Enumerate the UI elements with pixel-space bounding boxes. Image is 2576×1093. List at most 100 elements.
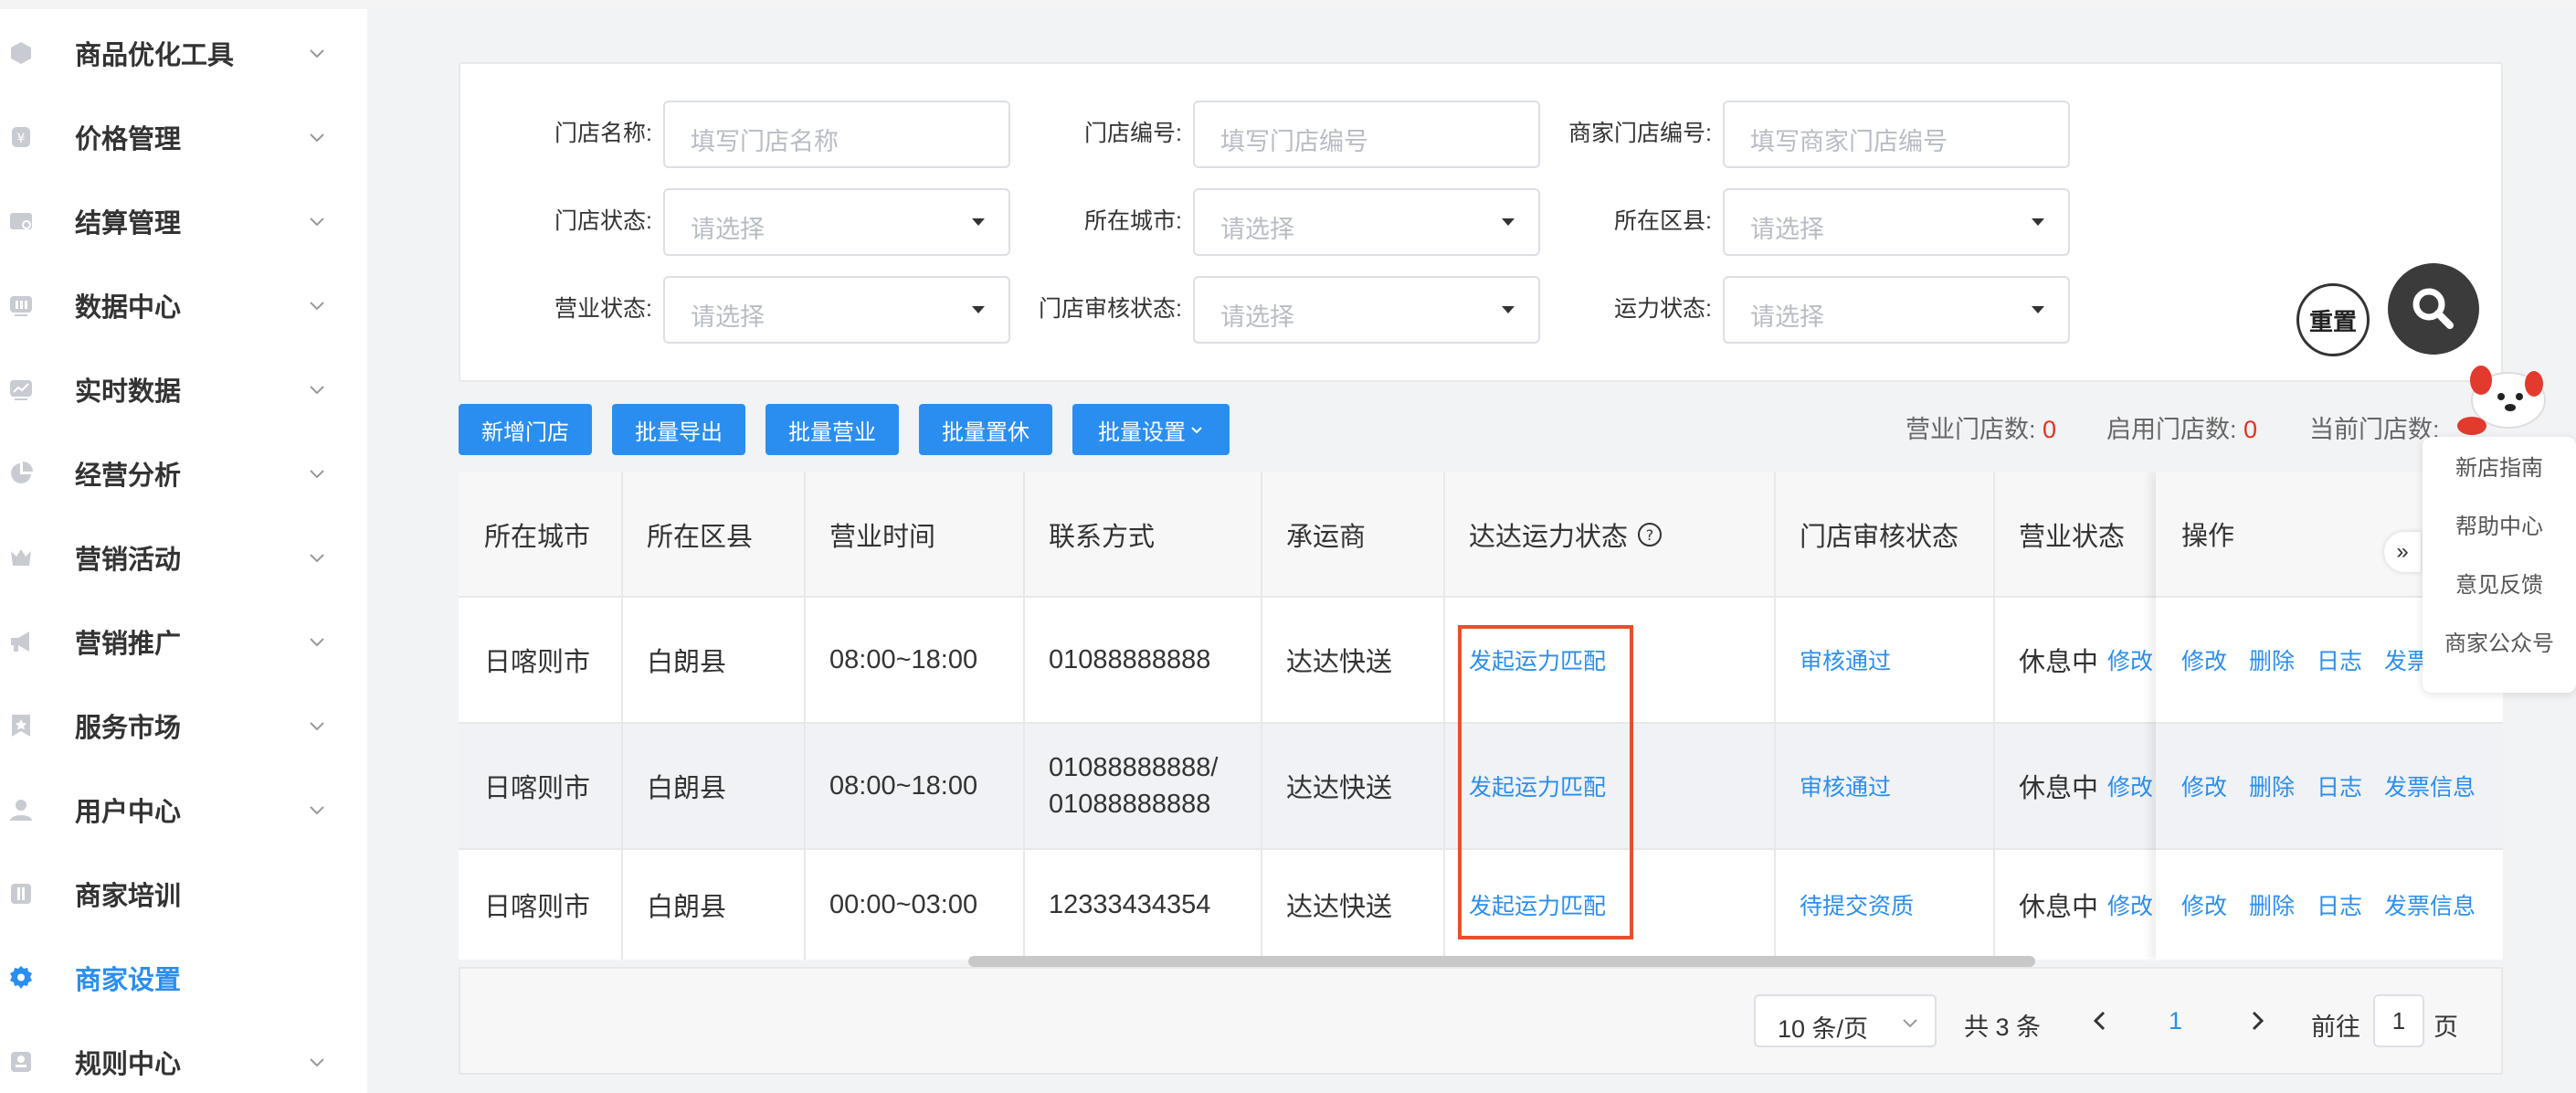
column-divider	[1261, 472, 1262, 960]
cell-contact: 01088888888/01088888888	[1023, 724, 1218, 848]
store-status-label: 门店状态:	[554, 208, 652, 234]
cell-carrier: 达达快送	[1286, 774, 1393, 803]
new-store-guide-link[interactable]: 新店指南	[2423, 450, 2576, 482]
page-suffix: 页	[2433, 1013, 2458, 1041]
column-divider	[621, 472, 623, 960]
sidebar-item-training[interactable]: 商家培训	[0, 852, 367, 936]
status-text: 休息中	[2019, 648, 2099, 677]
log-link[interactable]: 日志	[2317, 643, 2362, 676]
cell-carrier: 达达快送	[1286, 648, 1393, 677]
reset-button[interactable]: 重置	[2296, 283, 2370, 356]
sidebar-item-data-center[interactable]: 数据中心	[0, 263, 367, 347]
caret-down-icon	[2032, 218, 2044, 226]
sidebar-item-marketing-activity[interactable]: 营销活动	[0, 515, 367, 600]
status-edit-link[interactable]: 修改	[2107, 643, 2153, 676]
cell-district: 白朗县	[647, 648, 727, 677]
sidebar-item-product-tools[interactable]: 商品优化工具	[0, 11, 367, 95]
goto-page-input[interactable]: 1	[2373, 994, 2424, 1047]
invoice-link[interactable]: 发票信息	[2384, 888, 2476, 921]
sidebar-item-label: 商家培训	[75, 882, 182, 911]
horizontal-scrollbar[interactable]	[968, 956, 2035, 967]
audit-status-link[interactable]: 待提交资质	[1774, 850, 1914, 960]
cell-district: 白朗县	[647, 893, 727, 922]
chevron-down-icon	[1903, 1019, 1917, 1028]
sidebar-item-merchant-settings[interactable]: 商家设置	[0, 936, 367, 1020]
city-select[interactable]: 请选择	[1193, 188, 1540, 256]
audit-status-select[interactable]: 请选择	[1193, 276, 1540, 344]
cell-business-status: 休息中 修改	[1993, 724, 2153, 848]
cube-icon	[7, 39, 35, 67]
chevron-down-icon	[307, 631, 327, 652]
delete-link[interactable]: 删除	[2249, 888, 2295, 921]
expand-panel-button[interactable]: »	[2384, 532, 2421, 572]
official-account-link[interactable]: 商家公众号	[2423, 625, 2576, 657]
cell-city: 日喀则市	[484, 774, 591, 803]
chevron-down-icon	[307, 547, 327, 568]
next-page-icon[interactable]	[2245, 1009, 2269, 1033]
edit-link[interactable]: 修改	[2181, 888, 2227, 921]
feedback-link[interactable]: 意见反馈	[2423, 567, 2576, 599]
sidebar-item-realtime[interactable]: 实时数据	[0, 347, 367, 431]
batch-settings-button[interactable]: 批量设置	[1072, 404, 1230, 455]
invoice-link[interactable]: 发票信息	[2384, 769, 2476, 802]
delete-link[interactable]: 删除	[2249, 643, 2295, 676]
star-icon	[7, 712, 35, 739]
price-icon: ¥	[7, 123, 35, 151]
help-circle-icon[interactable]: ?	[1637, 522, 1663, 547]
edit-link[interactable]: 修改	[2181, 643, 2227, 676]
sidebar-item-service-market[interactable]: 服务市场	[0, 684, 367, 768]
row-operations: 修改 删除 日志 发票信息	[2156, 850, 2503, 960]
status-edit-link[interactable]: 修改	[2107, 769, 2153, 802]
audit-status-label: 门店审核状态:	[1039, 296, 1182, 322]
store-name-input[interactable]: 填写门店名称	[663, 101, 1010, 168]
chevron-down-icon	[307, 716, 327, 736]
sidebar-item-promotion[interactable]: 营销推广	[0, 600, 367, 684]
batch-export-button[interactable]: 批量导出	[612, 404, 745, 455]
sidebar-item-rules[interactable]: 规则中心	[0, 1020, 367, 1093]
business-status-select[interactable]: 请选择	[663, 276, 1010, 344]
user-icon	[7, 796, 35, 823]
help-center-link[interactable]: 帮助中心	[2423, 508, 2576, 540]
current-page[interactable]: 1	[2169, 1007, 2182, 1035]
svg-text:¥: ¥	[17, 132, 26, 146]
store-status-select[interactable]: 请选择	[663, 188, 1010, 256]
data-icon	[7, 292, 35, 319]
status-edit-link[interactable]: 修改	[2107, 888, 2153, 921]
header-label: 达达运力状态	[1469, 523, 1629, 552]
trend-icon	[7, 376, 35, 403]
prev-page-icon[interactable]	[2088, 1009, 2112, 1033]
sidebar-item-user-center[interactable]: 用户中心	[0, 768, 367, 852]
cell-city: 日喀则市	[484, 893, 591, 922]
sidebar-item-analysis[interactable]: 经营分析	[0, 431, 367, 515]
capacity-status-select[interactable]: 请选择	[1723, 276, 2070, 344]
sidebar: 商品优化工具 ¥ 价格管理 结算管理 数据中心 实时数据 经营分析 营销活动 营…	[0, 9, 367, 1093]
cell-district: 白朗县	[647, 774, 727, 803]
delete-link[interactable]: 删除	[2249, 769, 2295, 802]
log-link[interactable]: 日志	[2317, 769, 2362, 802]
batch-close-button[interactable]: 批量置休	[919, 404, 1052, 455]
sidebar-item-label: 商家设置	[75, 966, 182, 995]
audit-status-link[interactable]: 审核通过	[1774, 724, 1891, 848]
sidebar-item-label: 经营分析	[75, 462, 182, 491]
store-no-input[interactable]: 填写门店编号	[1193, 101, 1540, 168]
business-status-label: 营业状态:	[554, 296, 652, 322]
sidebar-item-settlement[interactable]: 结算管理	[0, 179, 367, 263]
status-text: 休息中	[2019, 774, 2099, 803]
sidebar-item-label: 规则中心	[75, 1050, 182, 1079]
audit-status-link[interactable]: 审核通过	[1774, 598, 1891, 722]
add-store-button[interactable]: 新增门店	[459, 404, 592, 455]
header-carrier: 承运商	[1286, 523, 1367, 552]
settlement-icon	[7, 207, 35, 235]
edit-link[interactable]: 修改	[2181, 769, 2227, 802]
merchant-store-no-input[interactable]: 填写商家门店编号	[1723, 101, 2070, 168]
page-size-select[interactable]: 10 条/页	[1754, 994, 1937, 1047]
enabled-store-count: 启用门店数: 0	[2106, 409, 2257, 445]
sidebar-item-price[interactable]: ¥ 价格管理	[0, 95, 367, 179]
placeholder: 请选择	[1220, 216, 1294, 243]
search-button[interactable]	[2388, 263, 2479, 355]
placeholder: 请选择	[691, 216, 765, 243]
batch-open-button[interactable]: 批量营业	[765, 404, 899, 455]
log-link[interactable]: 日志	[2317, 888, 2362, 921]
sidebar-item-label: 商品优化工具	[75, 41, 235, 70]
district-select[interactable]: 请选择	[1723, 188, 2070, 256]
